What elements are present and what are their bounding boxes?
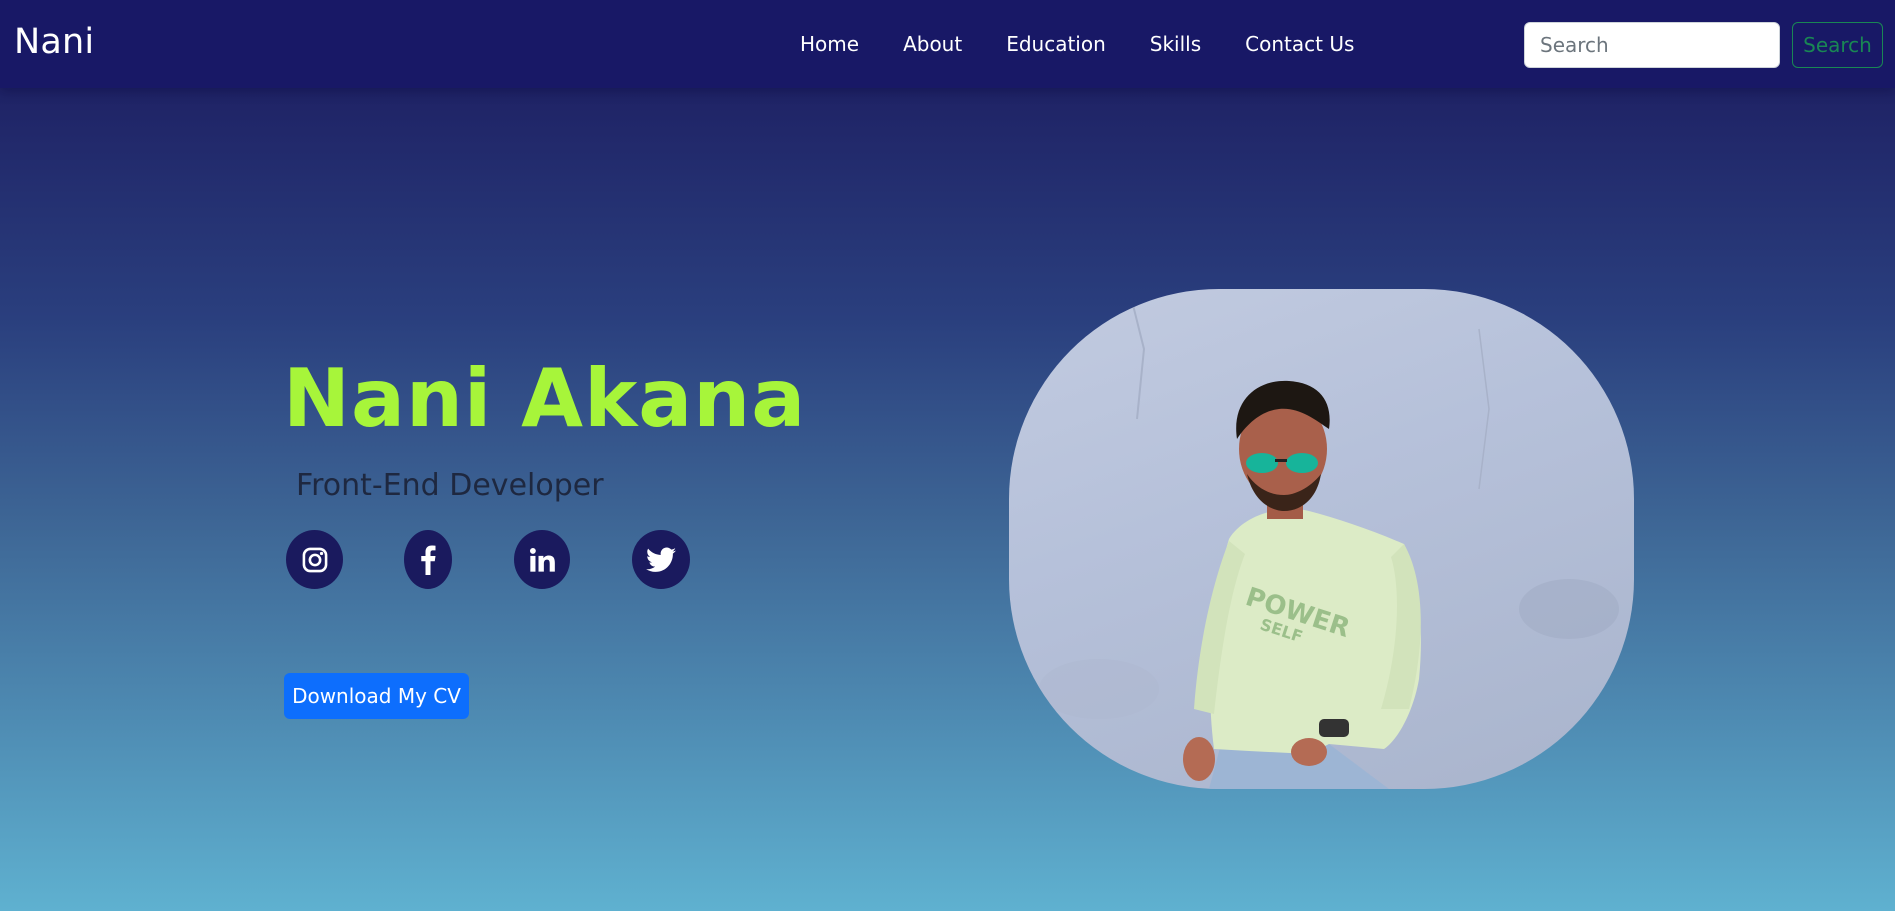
twitter-icon[interactable] xyxy=(632,530,690,589)
search-button[interactable]: Search xyxy=(1792,22,1883,68)
navbar: Nani Home About Education Skills Contact… xyxy=(0,0,1895,88)
nav-link-home[interactable]: Home xyxy=(800,32,859,56)
linkedin-icon[interactable] xyxy=(514,530,570,589)
nav-link-about[interactable]: About xyxy=(903,32,962,56)
hero-role: Front-End Developer xyxy=(296,468,604,503)
facebook-icon[interactable] xyxy=(404,530,452,589)
profile-photo: POWER SELF xyxy=(1009,289,1634,789)
download-cv-button[interactable]: Download My CV xyxy=(284,673,469,719)
nav-links: Home About Education Skills Contact Us xyxy=(800,32,1398,56)
search-input[interactable] xyxy=(1524,22,1780,68)
instagram-icon[interactable] xyxy=(286,530,343,589)
nav-link-education[interactable]: Education xyxy=(1006,32,1106,56)
brand-logo[interactable]: Nani xyxy=(14,22,94,62)
hero-name: Nani Akana xyxy=(283,352,807,445)
nav-link-contact-us[interactable]: Contact Us xyxy=(1245,32,1354,56)
nav-link-skills[interactable]: Skills xyxy=(1150,32,1201,56)
